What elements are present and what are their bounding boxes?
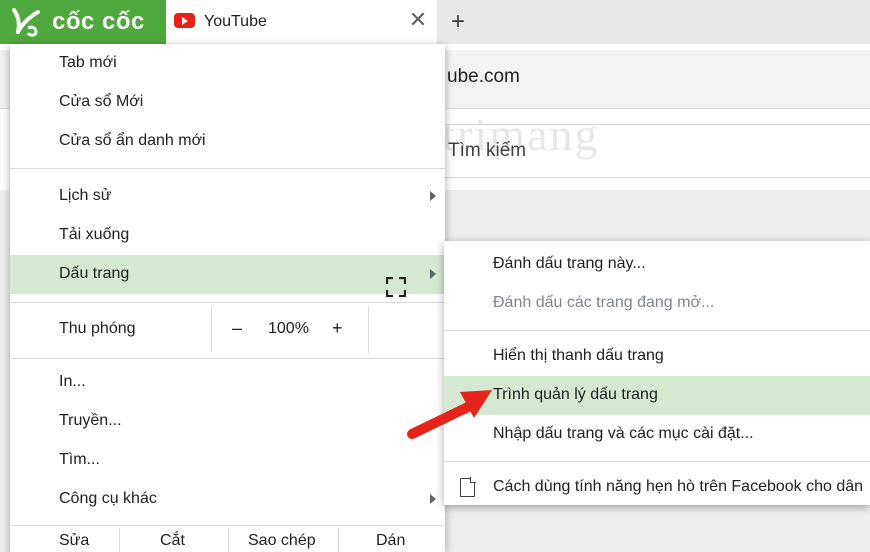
- submenu-item-bookmark-manager[interactable]: Trình quản lý dấu trang: [444, 376, 870, 415]
- menu-item-bookmarks[interactable]: Dấu trang: [10, 255, 445, 294]
- coccoc-logo-button[interactable]: cốc cốc: [0, 0, 166, 44]
- browser-main-menu: Tab mới Cửa sổ Mới Cửa sổ ẩn danh mới Lị…: [10, 44, 445, 552]
- cut-button[interactable]: Cắt: [160, 532, 185, 550]
- paste-button[interactable]: Dán: [376, 532, 405, 550]
- coccoc-logo-icon: [12, 8, 40, 37]
- fullscreen-icon: [386, 277, 406, 297]
- edit-divider: [119, 528, 120, 552]
- zoom-out-button[interactable]: –: [232, 318, 242, 339]
- edit-row: Sửa Cắt Sao chép Dán: [10, 528, 445, 552]
- submenu-arrow-icon: [430, 494, 436, 504]
- fullscreen-button[interactable]: [368, 307, 446, 353]
- address-url: ube.com: [447, 66, 520, 87]
- menu-item-cast[interactable]: Truyền...: [10, 402, 445, 441]
- submenu-item-import-bookmarks[interactable]: Nhập dấu trang và các mục cài đặt...: [444, 415, 870, 454]
- bookmarks-submenu: Đánh dấu trang này... Đánh dấu các trang…: [444, 241, 870, 505]
- menu-item-new-window[interactable]: Cửa sổ Mới: [10, 83, 445, 122]
- youtube-icon: [174, 13, 195, 28]
- submenu-item-bookmark-page[interactable]: Đánh dấu trang này...: [444, 245, 870, 284]
- menu-item-print[interactable]: In...: [10, 363, 445, 402]
- copy-button[interactable]: Sao chép: [248, 532, 316, 550]
- menu-item-more-tools[interactable]: Công cụ khác: [10, 480, 445, 519]
- close-tab-button[interactable]: ✕: [406, 8, 430, 32]
- zoom-level: 100%: [268, 320, 309, 337]
- brand-name: cốc cốc: [52, 8, 145, 35]
- submenu-item-show-bookmarks-bar[interactable]: Hiển thị thanh dấu trang: [444, 337, 870, 376]
- submenu-divider: [444, 461, 870, 462]
- menu-divider: [10, 168, 445, 169]
- zoom-label: Thu phóng: [59, 320, 136, 337]
- red-arrow-annotation-icon: [407, 390, 492, 439]
- page-icon: [460, 477, 476, 497]
- menu-item-history[interactable]: Lịch sử: [10, 177, 445, 216]
- menu-divider: [10, 358, 445, 359]
- menu-item-incognito[interactable]: Cửa sổ ẩn danh mới: [10, 122, 445, 161]
- menu-divider: [10, 525, 445, 526]
- menu-item-find[interactable]: Tìm...: [10, 441, 445, 480]
- edit-label: Sửa: [59, 532, 90, 549]
- menu-divider: [10, 302, 445, 303]
- tab-title: YouTube: [204, 13, 267, 30]
- tab-youtube[interactable]: YouTube ✕: [166, 0, 436, 44]
- submenu-item-facebook-bookmark[interactable]: Cách dùng tính năng hẹn hò trên Facebook…: [444, 468, 870, 507]
- submenu-divider: [444, 330, 870, 331]
- menu-item-new-tab[interactable]: Tab mới: [10, 44, 445, 83]
- submenu-arrow-icon: [430, 191, 436, 201]
- menu-item-downloads[interactable]: Tải xuống: [10, 216, 445, 255]
- submenu-item-bookmark-open-tabs[interactable]: Đánh dấu các trang đang mở...: [444, 284, 870, 323]
- new-tab-button[interactable]: +: [444, 8, 472, 36]
- zoom-in-button[interactable]: +: [332, 318, 343, 339]
- edit-divider: [338, 528, 339, 552]
- submenu-arrow-icon: [430, 269, 436, 279]
- edit-divider: [228, 528, 229, 552]
- zoom-row: Thu phóng – 100% +: [10, 307, 445, 353]
- tab-strip-background: [437, 0, 870, 44]
